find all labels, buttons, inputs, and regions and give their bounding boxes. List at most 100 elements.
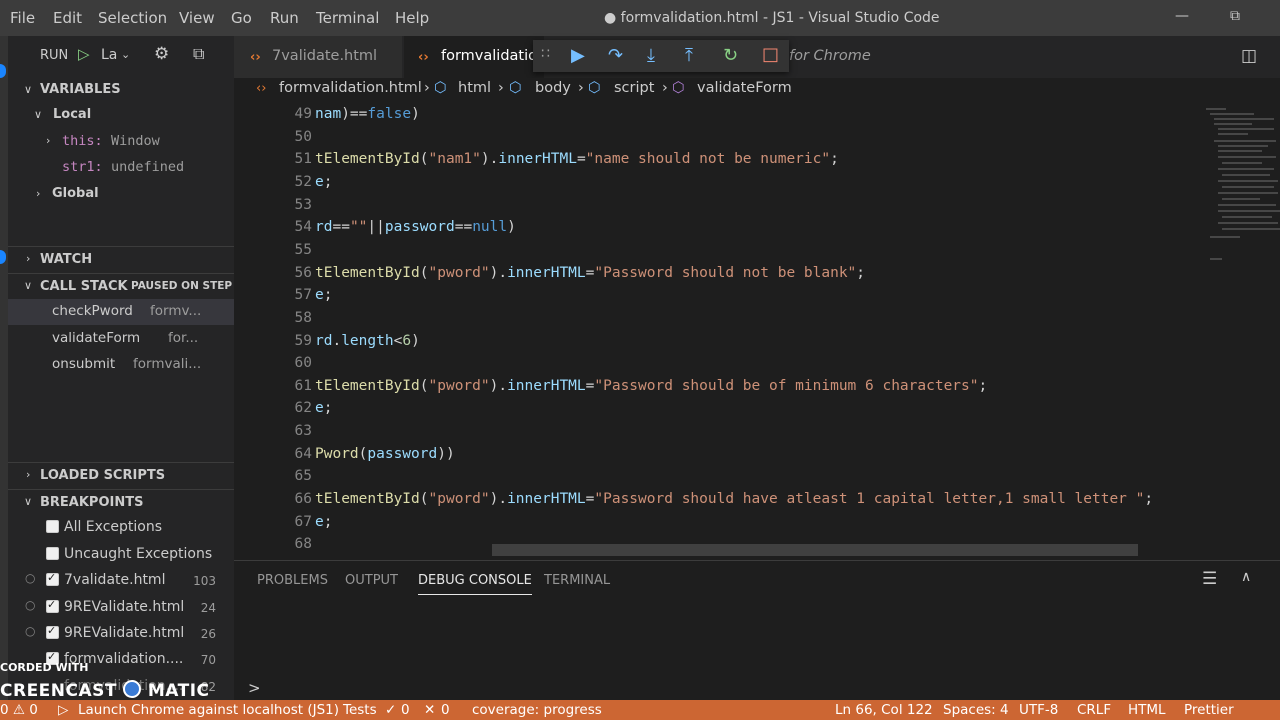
stack-frame[interactable]: checkPword formv...	[8, 299, 234, 325]
exception-uncaught[interactable]: Uncaught Exceptions	[8, 542, 234, 568]
code-token: ).	[480, 151, 499, 168]
callstack-header[interactable]: ∨ CALL STACK PAUSED ON STEP	[8, 273, 234, 300]
restart-icon[interactable]: ↻	[723, 45, 738, 66]
watch-header[interactable]: › WATCH	[8, 246, 234, 273]
code-token: e	[315, 173, 324, 190]
menu-help[interactable]: Help	[395, 9, 429, 27]
variable-this[interactable]: › this: Window	[8, 129, 234, 155]
minimap[interactable]	[1198, 102, 1280, 402]
code-token: tElementById	[315, 491, 420, 508]
menu-selection[interactable]: Selection	[98, 9, 167, 27]
console-prompt[interactable]: >	[248, 679, 261, 697]
stop-icon[interactable]: □	[762, 44, 779, 65]
line-ending[interactable]: CRLF	[1077, 702, 1111, 718]
breadcrumb-function[interactable]: validateForm	[697, 80, 792, 96]
code-text: tElementById("pword").innerHTML="Passwor…	[315, 265, 865, 281]
code-token: "pword"	[428, 264, 490, 281]
code-line: 62 e;	[234, 400, 1198, 422]
continue-icon[interactable]: ▶	[571, 45, 585, 66]
horizontal-scrollbar[interactable]	[492, 544, 1138, 556]
code-text: e;	[315, 174, 332, 190]
step-out-icon[interactable]: ⤒	[685, 45, 693, 66]
launch-config-status[interactable]: Launch Chrome against localhost (JS1)	[78, 702, 339, 718]
scope-local[interactable]: ∨ Local	[8, 103, 234, 129]
line-number: 57	[294, 287, 312, 304]
menu-run[interactable]: Run	[270, 9, 299, 27]
breadcrumb-file[interactable]: formvalidation.html	[279, 80, 422, 96]
checkbox[interactable]	[46, 598, 59, 613]
cursor-position[interactable]: Ln 66, Col 122	[835, 702, 933, 718]
exception-all[interactable]: All Exceptions	[8, 515, 234, 541]
variables-header[interactable]: ∨ VARIABLES	[8, 78, 234, 104]
stack-frame[interactable]: onsubmit formvali...	[8, 352, 234, 378]
tab-output[interactable]: OUTPUT	[345, 573, 398, 588]
code-token: ))	[437, 445, 455, 462]
step-over-icon[interactable]: ↷	[608, 45, 623, 66]
code-token: ;	[323, 287, 333, 304]
start-debugging-icon[interactable]: ▷	[78, 45, 90, 63]
problems-status[interactable]: 0 ⚠ 0	[0, 702, 38, 718]
chevron-down-icon[interactable]: ⌄	[121, 48, 130, 61]
screencast-logo-icon	[123, 680, 142, 698]
code-line: 50	[234, 129, 1198, 151]
filter-icon[interactable]: ☰	[1202, 569, 1217, 589]
menu-terminal[interactable]: Terminal	[316, 9, 379, 27]
menu-go[interactable]: Go	[231, 9, 252, 27]
tab-debug-console[interactable]: DEBUG CONSOLE	[418, 573, 532, 595]
run-toolbar: RUN ▷ La ⌄ ⚙ ⧉	[8, 44, 234, 70]
indentation[interactable]: Spaces: 4	[943, 702, 1009, 718]
breakpoint-item[interactable]: ○ 9REValidate.html 26	[8, 621, 234, 647]
code-token: null	[472, 219, 508, 236]
tab-terminal[interactable]: TERMINAL	[544, 573, 610, 588]
breadcrumb-script[interactable]: script	[614, 80, 654, 96]
variable-str1[interactable]: str1: undefined	[8, 155, 234, 181]
line-number: 61	[294, 377, 312, 394]
tests-pass-count: 0	[401, 702, 410, 718]
checkbox[interactable]	[46, 624, 59, 639]
line-number: 53	[294, 196, 312, 213]
minimize-icon[interactable]: —	[1175, 8, 1189, 24]
encoding[interactable]: UTF-8	[1019, 702, 1058, 718]
gear-icon[interactable]: ⚙	[154, 44, 169, 64]
coverage-status[interactable]: coverage: progress	[472, 702, 602, 718]
loaded-scripts-header[interactable]: › LOADED SCRIPTS	[8, 462, 234, 489]
code-token: "nam1"	[428, 151, 481, 168]
breakpoints-header[interactable]: ∨ BREAKPOINTS	[8, 489, 234, 516]
code-token: innerHTML	[507, 264, 586, 281]
step-into-icon[interactable]: ⤓	[647, 45, 655, 66]
menu-file[interactable]: File	[10, 9, 35, 27]
tab-chrome[interactable]: for Chrome	[774, 36, 934, 78]
menu-edit[interactable]: Edit	[53, 9, 82, 27]
stack-frame[interactable]: validateForm for...	[8, 326, 234, 352]
tab-7validate[interactable]: ‹› 7validate.html	[234, 36, 402, 78]
code-editor[interactable]: 49 nam)==false) 50 51 tElementById("nam1").i…	[234, 102, 1198, 560]
formatter[interactable]: Prettier	[1184, 702, 1234, 718]
checkbox[interactable]	[46, 520, 59, 533]
checkbox[interactable]	[46, 547, 59, 560]
tab-formvalidation[interactable]: ‹› formvalidatio	[404, 36, 544, 78]
menu-view[interactable]: View	[179, 9, 215, 27]
checkbox[interactable]	[46, 571, 59, 586]
chevron-up-icon[interactable]: ∧	[1241, 569, 1251, 585]
line-number: 56	[294, 264, 312, 281]
tests-status[interactable]: Tests	[343, 702, 377, 718]
language-mode[interactable]: HTML	[1128, 702, 1166, 718]
run-label: RUN	[40, 48, 69, 63]
launch-config-select[interactable]: La	[101, 47, 117, 63]
split-editor-icon[interactable]: ◫	[1241, 46, 1257, 66]
restore-icon[interactable]: ⧉	[1230, 8, 1240, 24]
breadcrumb-html[interactable]: html	[458, 80, 491, 96]
status-bar: 0 ⚠ 0 ▷ Launch Chrome against localhost …	[0, 700, 1280, 720]
breakpoint-item[interactable]: ○ 7validate.html 103	[8, 568, 234, 594]
debug-console-icon[interactable]: ⧉	[193, 44, 204, 64]
breadcrumb-body[interactable]: body	[535, 80, 571, 96]
line-number: 51	[294, 151, 312, 168]
breakpoint-item[interactable]: ○ 9REValidate.html 24	[8, 595, 234, 621]
scope-global[interactable]: › Global	[8, 182, 234, 208]
code-line: 56 tElementById("pword").innerHTML="Passw…	[234, 265, 1198, 287]
tab-problems[interactable]: PROBLEMS	[257, 573, 328, 588]
drag-handle-icon[interactable]: ∷	[541, 46, 550, 62]
code-token: "name should not be numeric"	[585, 151, 831, 168]
line-number: 63	[294, 423, 312, 440]
code-token: .	[332, 332, 342, 349]
